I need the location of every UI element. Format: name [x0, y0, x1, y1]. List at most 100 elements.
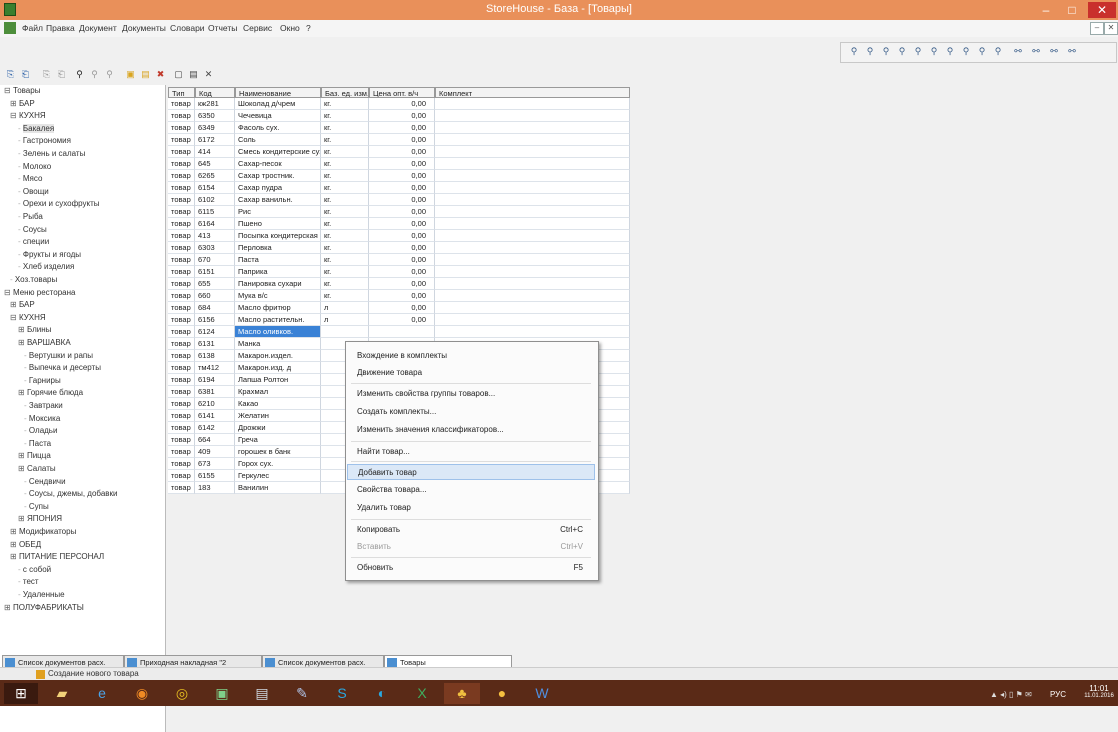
filter-icon[interactable]: ⚲ [864, 45, 876, 58]
table-cell[interactable]: 6164 [195, 218, 235, 230]
ctx-item-create-kits[interactable]: Создать комплекты... [347, 404, 595, 420]
table-cell[interactable]: 6265 [195, 170, 235, 182]
table-cell[interactable]: кг. [321, 254, 369, 266]
menu-documents[interactable]: Документы [122, 23, 166, 33]
table-cell[interactable]: 655 [195, 278, 235, 290]
table-cell[interactable]: Крахмал [235, 386, 321, 398]
table-cell[interactable]: л [321, 314, 369, 326]
group-icon[interactable]: ⚯ [1048, 45, 1060, 58]
copy-icon[interactable]: ⎘ [40, 68, 53, 81]
table-cell[interactable]: 0,00 [369, 206, 435, 218]
tree-item[interactable]: ⊞ ПОЛУФАБРИКАТЫ [4, 603, 84, 612]
folder-icon[interactable]: ▣ [124, 68, 137, 81]
filter-icon[interactable]: ⚲ [928, 45, 940, 58]
table-row[interactable]: товар 670 Паста кг. 0,00 [0, 254, 630, 266]
table-cell[interactable]: Шоколад д/чрем [235, 98, 321, 110]
table-cell[interactable] [435, 170, 630, 182]
table-cell[interactable]: товар [168, 134, 195, 146]
table-cell[interactable]: 0,00 [369, 194, 435, 206]
table-cell[interactable] [321, 326, 369, 338]
table-cell[interactable]: 6156 [195, 314, 235, 326]
paste-icon[interactable]: ⎗ [19, 68, 32, 81]
find-icon[interactable]: ⚲ [73, 68, 86, 81]
table-row[interactable]: товар кж281 Шоколад д/чрем кг. 0,00 [0, 98, 630, 110]
table-cell[interactable]: 6303 [195, 242, 235, 254]
table-cell[interactable]: Масло оливков. [235, 326, 321, 338]
menu-edit[interactable]: Правка [46, 23, 75, 33]
table-cell[interactable]: 670 [195, 254, 235, 266]
table-cell[interactable]: 0,00 [369, 254, 435, 266]
menu-service[interactable]: Сервис [243, 23, 272, 33]
table-cell[interactable]: товар [168, 146, 195, 158]
expand-toggle-icon[interactable]: ⊞ [10, 552, 19, 561]
ctx-item-goods-movement[interactable]: Движение товара [347, 365, 595, 381]
table-cell[interactable]: 645 [195, 158, 235, 170]
table-cell[interactable]: 6194 [195, 374, 235, 386]
table-cell[interactable] [435, 146, 630, 158]
table-cell[interactable]: товар [168, 170, 195, 182]
menu-window[interactable]: Окно [280, 23, 300, 33]
filter-icon[interactable]: ⚲ [880, 45, 892, 58]
table-cell[interactable]: товар [168, 470, 195, 482]
table-cell[interactable]: 6210 [195, 398, 235, 410]
table-cell[interactable]: Лапша Ролтон [235, 374, 321, 386]
table-cell[interactable] [435, 242, 630, 254]
table-cell[interactable] [435, 182, 630, 194]
table-cell[interactable] [435, 230, 630, 242]
table-cell[interactable]: Геркулес [235, 470, 321, 482]
ctx-item-refresh[interactable]: Обновить F5 [347, 560, 595, 576]
table-cell[interactable]: товар [168, 206, 195, 218]
ctx-item-goods-props[interactable]: Свойства товара... [347, 482, 595, 498]
menu-dictionaries[interactable]: Словари [170, 23, 205, 33]
table-cell[interactable]: Соль [235, 134, 321, 146]
table-cell[interactable]: товар [168, 434, 195, 446]
tree-item[interactable]: ⊟ Товары [4, 86, 40, 95]
table-cell[interactable]: 0,00 [369, 134, 435, 146]
table-cell[interactable]: 6151 [195, 266, 235, 278]
table-cell[interactable]: 0,00 [369, 110, 435, 122]
table-cell[interactable]: Пшено [235, 218, 321, 230]
table-cell[interactable] [435, 218, 630, 230]
table-row[interactable]: товар 6156 Масло растительн. л 0,00 [0, 314, 630, 326]
table-cell[interactable]: Чечевица [235, 110, 321, 122]
app-icon[interactable]: ▣ [204, 683, 240, 704]
table-cell[interactable]: 0,00 [369, 122, 435, 134]
ctx-item-find-goods[interactable]: Найти товар... [347, 444, 595, 460]
chrome-icon[interactable]: ◎ [164, 683, 200, 704]
table-row[interactable]: товар 6124 Масло оливков. [0, 326, 630, 338]
word-icon[interactable]: W [524, 683, 560, 704]
new-folder-icon[interactable]: ▤ [139, 68, 152, 81]
table-cell[interactable]: 664 [195, 434, 235, 446]
filter-icon[interactable]: ⚲ [912, 45, 924, 58]
table-cell[interactable]: Сахар-песок [235, 158, 321, 170]
table-cell[interactable]: кг. [321, 218, 369, 230]
maximize-button[interactable]: □ [1060, 2, 1084, 18]
table-cell[interactable]: 0,00 [369, 290, 435, 302]
storehouse-icon[interactable]: ♣ [444, 683, 480, 704]
expand-toggle-icon[interactable]: ⊟ [4, 86, 13, 95]
tree-item[interactable]: - Удаленные [18, 590, 65, 599]
table-cell[interactable]: кг. [321, 194, 369, 206]
ctx-item-edit-group-props[interactable]: Изменить свойства группы товаров... [347, 386, 595, 402]
table-cell[interactable]: горошек в банк [235, 446, 321, 458]
column-header-unit[interactable]: Баз. ед. изм. [321, 87, 369, 98]
table-cell[interactable]: товар [168, 362, 195, 374]
menu-file[interactable]: Файл [22, 23, 43, 33]
column-header-name[interactable]: Наименование [235, 87, 321, 98]
table-row[interactable]: товар 6172 Соль кг. 0,00 [0, 134, 630, 146]
firefox-icon[interactable]: ◉ [124, 683, 160, 704]
tree-item[interactable]: - с собой [18, 565, 51, 574]
table-cell[interactable]: Панировка сухари [235, 278, 321, 290]
table-cell[interactable]: товар [168, 398, 195, 410]
table-cell[interactable]: товар [168, 278, 195, 290]
table-row[interactable]: товар 660 Мука в/с кг. 0,00 [0, 290, 630, 302]
expand-toggle-icon[interactable]: ⊞ [10, 540, 19, 549]
table-cell[interactable] [435, 158, 630, 170]
ctx-item-copy[interactable]: Копировать Ctrl+C [347, 522, 595, 538]
group-icon[interactable]: ⚯ [1012, 45, 1024, 58]
group-icon[interactable]: ⚯ [1066, 45, 1078, 58]
table-cell[interactable]: 0,00 [369, 302, 435, 314]
expand-toggle-icon[interactable]: ⊞ [10, 527, 19, 536]
table-cell[interactable]: товар [168, 410, 195, 422]
table-cell[interactable] [435, 254, 630, 266]
